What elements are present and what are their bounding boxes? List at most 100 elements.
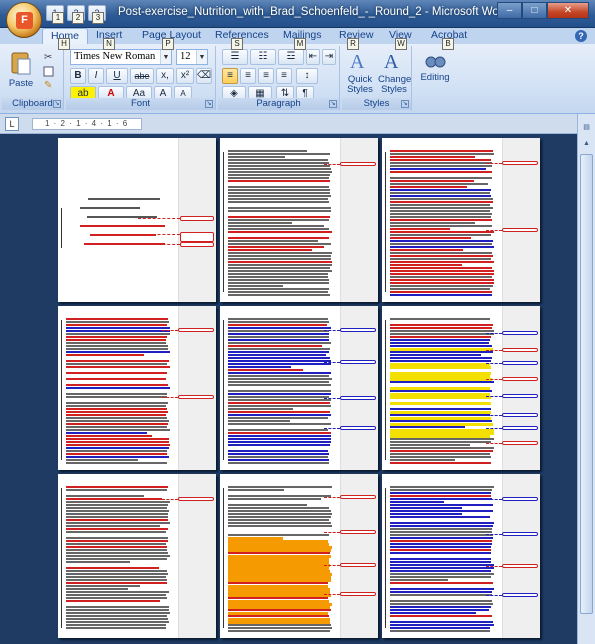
keytip-home: H <box>58 38 70 50</box>
comment-balloon[interactable] <box>502 564 538 569</box>
comment-balloon[interactable] <box>502 160 538 165</box>
strikethrough-button[interactable]: abe <box>130 68 154 84</box>
comment-balloon[interactable] <box>340 328 376 333</box>
bold-button[interactable]: B <box>70 68 86 84</box>
comment-balloon[interactable] <box>340 359 376 364</box>
help-icon[interactable]: ? <box>575 30 587 42</box>
comment-balloon[interactable] <box>502 412 538 417</box>
office-button[interactable]: F <box>6 2 42 38</box>
paste-button[interactable]: Paste <box>6 50 36 89</box>
keytip-review: R <box>347 38 359 50</box>
scroll-thumb[interactable] <box>580 154 593 614</box>
font-name-box[interactable]: Times New Roman ▼ <box>70 49 172 65</box>
numbering-icon[interactable]: ☷ <box>250 49 276 65</box>
text-line <box>390 603 493 605</box>
document-page[interactable] <box>382 474 540 638</box>
comment-balloon[interactable] <box>502 376 538 381</box>
balloon-leader <box>324 163 340 165</box>
chevron-down-icon[interactable]: ▼ <box>196 50 207 64</box>
comment-balloon[interactable] <box>502 532 538 537</box>
text-line <box>390 270 494 272</box>
maximize-button[interactable]: □ <box>522 2 547 19</box>
subscript-button[interactable]: x, <box>156 68 174 84</box>
font-size-box[interactable]: 12 ▼ <box>176 49 208 65</box>
paragraph-launcher-icon[interactable]: ↘ <box>329 100 337 108</box>
align-left-icon[interactable]: ≡ <box>222 68 238 84</box>
chevron-down-icon[interactable]: ▼ <box>160 50 171 64</box>
comment-balloon[interactable] <box>340 562 376 567</box>
balloon-leader <box>486 378 502 380</box>
horizontal-ruler[interactable]: 1 · 2 · 1 · 4 · 1 · 6 <box>32 118 142 130</box>
styles-launcher-icon[interactable]: ↘ <box>401 100 409 108</box>
text-line <box>87 198 161 200</box>
comment-balloon[interactable] <box>178 496 214 501</box>
justify-icon[interactable]: ≡ <box>276 68 292 84</box>
document-page[interactable] <box>382 306 540 470</box>
change-styles-label: Change Styles <box>378 74 412 95</box>
text-line <box>66 537 168 539</box>
binoculars-icon <box>425 56 446 68</box>
comment-balloon[interactable] <box>180 242 214 247</box>
comment-balloon[interactable] <box>502 347 538 352</box>
superscript-button[interactable]: x² <box>176 68 194 84</box>
comment-balloon[interactable] <box>180 232 214 242</box>
comment-balloon[interactable] <box>502 496 538 501</box>
minimize-button[interactable]: – <box>497 2 522 19</box>
document-page[interactable] <box>58 138 216 302</box>
comment-balloon[interactable] <box>502 228 538 233</box>
ruler-toggle-icon[interactable]: ▤ <box>580 122 593 135</box>
balloon-leader <box>138 244 180 245</box>
text-line <box>66 522 170 524</box>
comment-balloon[interactable] <box>340 494 376 499</box>
document-page[interactable] <box>58 306 216 470</box>
comment-balloon[interactable] <box>340 591 376 596</box>
text-line <box>228 432 331 434</box>
cut-copy-format-icons[interactable]: ✂✎ <box>42 50 56 90</box>
comment-balloon[interactable] <box>502 331 538 336</box>
tab-selector-icon[interactable]: L <box>5 117 19 131</box>
text-line <box>228 552 331 554</box>
document-page[interactable] <box>220 138 378 302</box>
comment-balloon[interactable] <box>178 328 214 333</box>
comment-balloon[interactable] <box>340 425 376 430</box>
font-launcher-icon[interactable]: ↘ <box>205 100 213 108</box>
editing-button[interactable]: Editing <box>418 50 452 83</box>
document-page[interactable] <box>220 306 378 470</box>
text-line <box>228 582 329 584</box>
underline-button[interactable]: U <box>106 68 128 84</box>
align-center-icon[interactable]: ≡ <box>240 68 256 84</box>
balloon-leader <box>486 428 502 430</box>
text-line <box>66 378 166 380</box>
text-line <box>390 513 463 515</box>
align-right-icon[interactable]: ≡ <box>258 68 274 84</box>
comment-balloon[interactable] <box>502 426 538 431</box>
clear-formatting-icon[interactable]: ⌫ <box>196 68 212 84</box>
comment-balloon[interactable] <box>178 394 214 399</box>
increase-indent-icon[interactable]: ⇥ <box>322 49 336 65</box>
clipboard-launcher-icon[interactable]: ↘ <box>53 100 61 108</box>
line-spacing-icon[interactable]: ↕ <box>296 68 318 84</box>
document-page[interactable] <box>382 138 540 302</box>
quick-styles-button[interactable]: A Quick Styles <box>344 48 376 95</box>
document-page[interactable] <box>220 474 378 638</box>
comment-balloon[interactable] <box>502 394 538 398</box>
bullets-icon[interactable]: ☰ <box>222 49 248 65</box>
change-styles-button[interactable]: A Change Styles <box>378 48 412 95</box>
scroll-up-icon[interactable]: ▲ <box>580 138 593 151</box>
document-page[interactable] <box>58 474 216 638</box>
close-button[interactable]: ✕ <box>547 2 589 19</box>
multilevel-list-icon[interactable]: ☲ <box>278 49 304 65</box>
comment-balloon[interactable] <box>502 440 538 445</box>
text-line <box>390 351 494 353</box>
italic-button[interactable]: I <box>88 68 104 84</box>
decrease-indent-icon[interactable]: ⇤ <box>306 49 320 65</box>
vertical-scrollbar[interactable]: ▤ ▲ <box>577 114 595 644</box>
text-line <box>390 198 494 200</box>
comment-balloon[interactable] <box>340 530 376 535</box>
comment-balloon[interactable] <box>340 396 376 401</box>
comment-balloon[interactable] <box>502 360 538 365</box>
document-area[interactable] <box>0 134 577 644</box>
comment-balloon[interactable] <box>502 593 538 598</box>
comment-balloon[interactable] <box>180 216 214 221</box>
comment-balloon[interactable] <box>340 161 376 166</box>
